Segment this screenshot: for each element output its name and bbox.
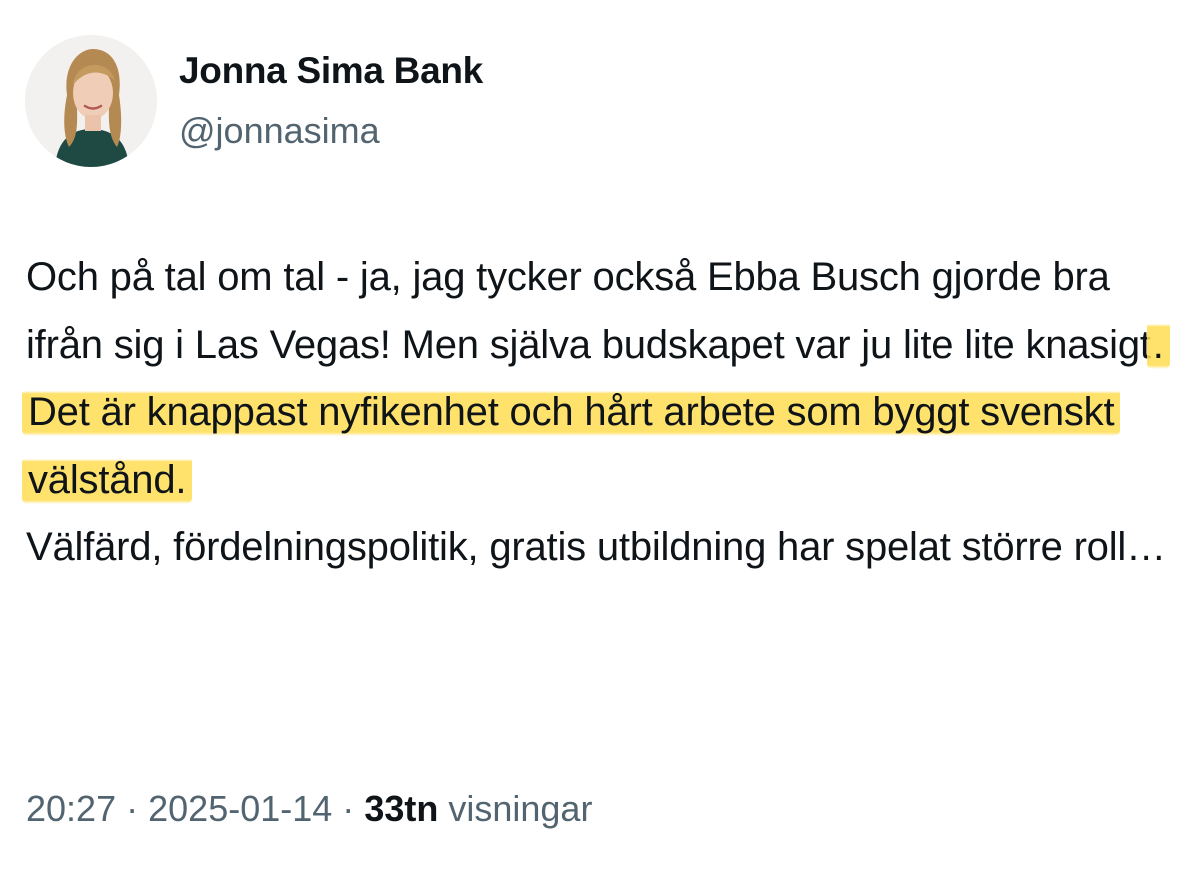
meta-separator: · [126, 788, 139, 829]
tweet: Jonna Sima Bank @jonnasima Och på tal om… [0, 0, 1200, 879]
profile-photo-icon [25, 35, 157, 167]
tweet-paragraph: Och på tal om tal - ja, jag tycker också… [22, 244, 1186, 514]
tweet-date[interactable]: 2025-01-14 [148, 788, 332, 829]
meta-separator: · [342, 788, 355, 829]
tweet-text: Och på tal om tal - ja, jag tycker också… [22, 244, 1186, 582]
author-handle[interactable]: @jonnasima [179, 110, 380, 152]
author-name[interactable]: Jonna Sima Bank [179, 50, 483, 92]
views-count[interactable]: 33tn [364, 788, 438, 829]
avatar[interactable] [25, 35, 157, 167]
views-label: visningar [448, 788, 593, 829]
tweet-time[interactable]: 20:27 [26, 788, 116, 829]
tweet-text-plain: Och på tal om tal - ja, jag tycker också… [26, 255, 1151, 367]
tweet-paragraph-continuation: Välfärd, fördelningspolitik, gratis utbi… [26, 525, 1166, 569]
tweet-meta: 20:27 · 2025-01-14 · 33tn visningar [26, 788, 592, 830]
